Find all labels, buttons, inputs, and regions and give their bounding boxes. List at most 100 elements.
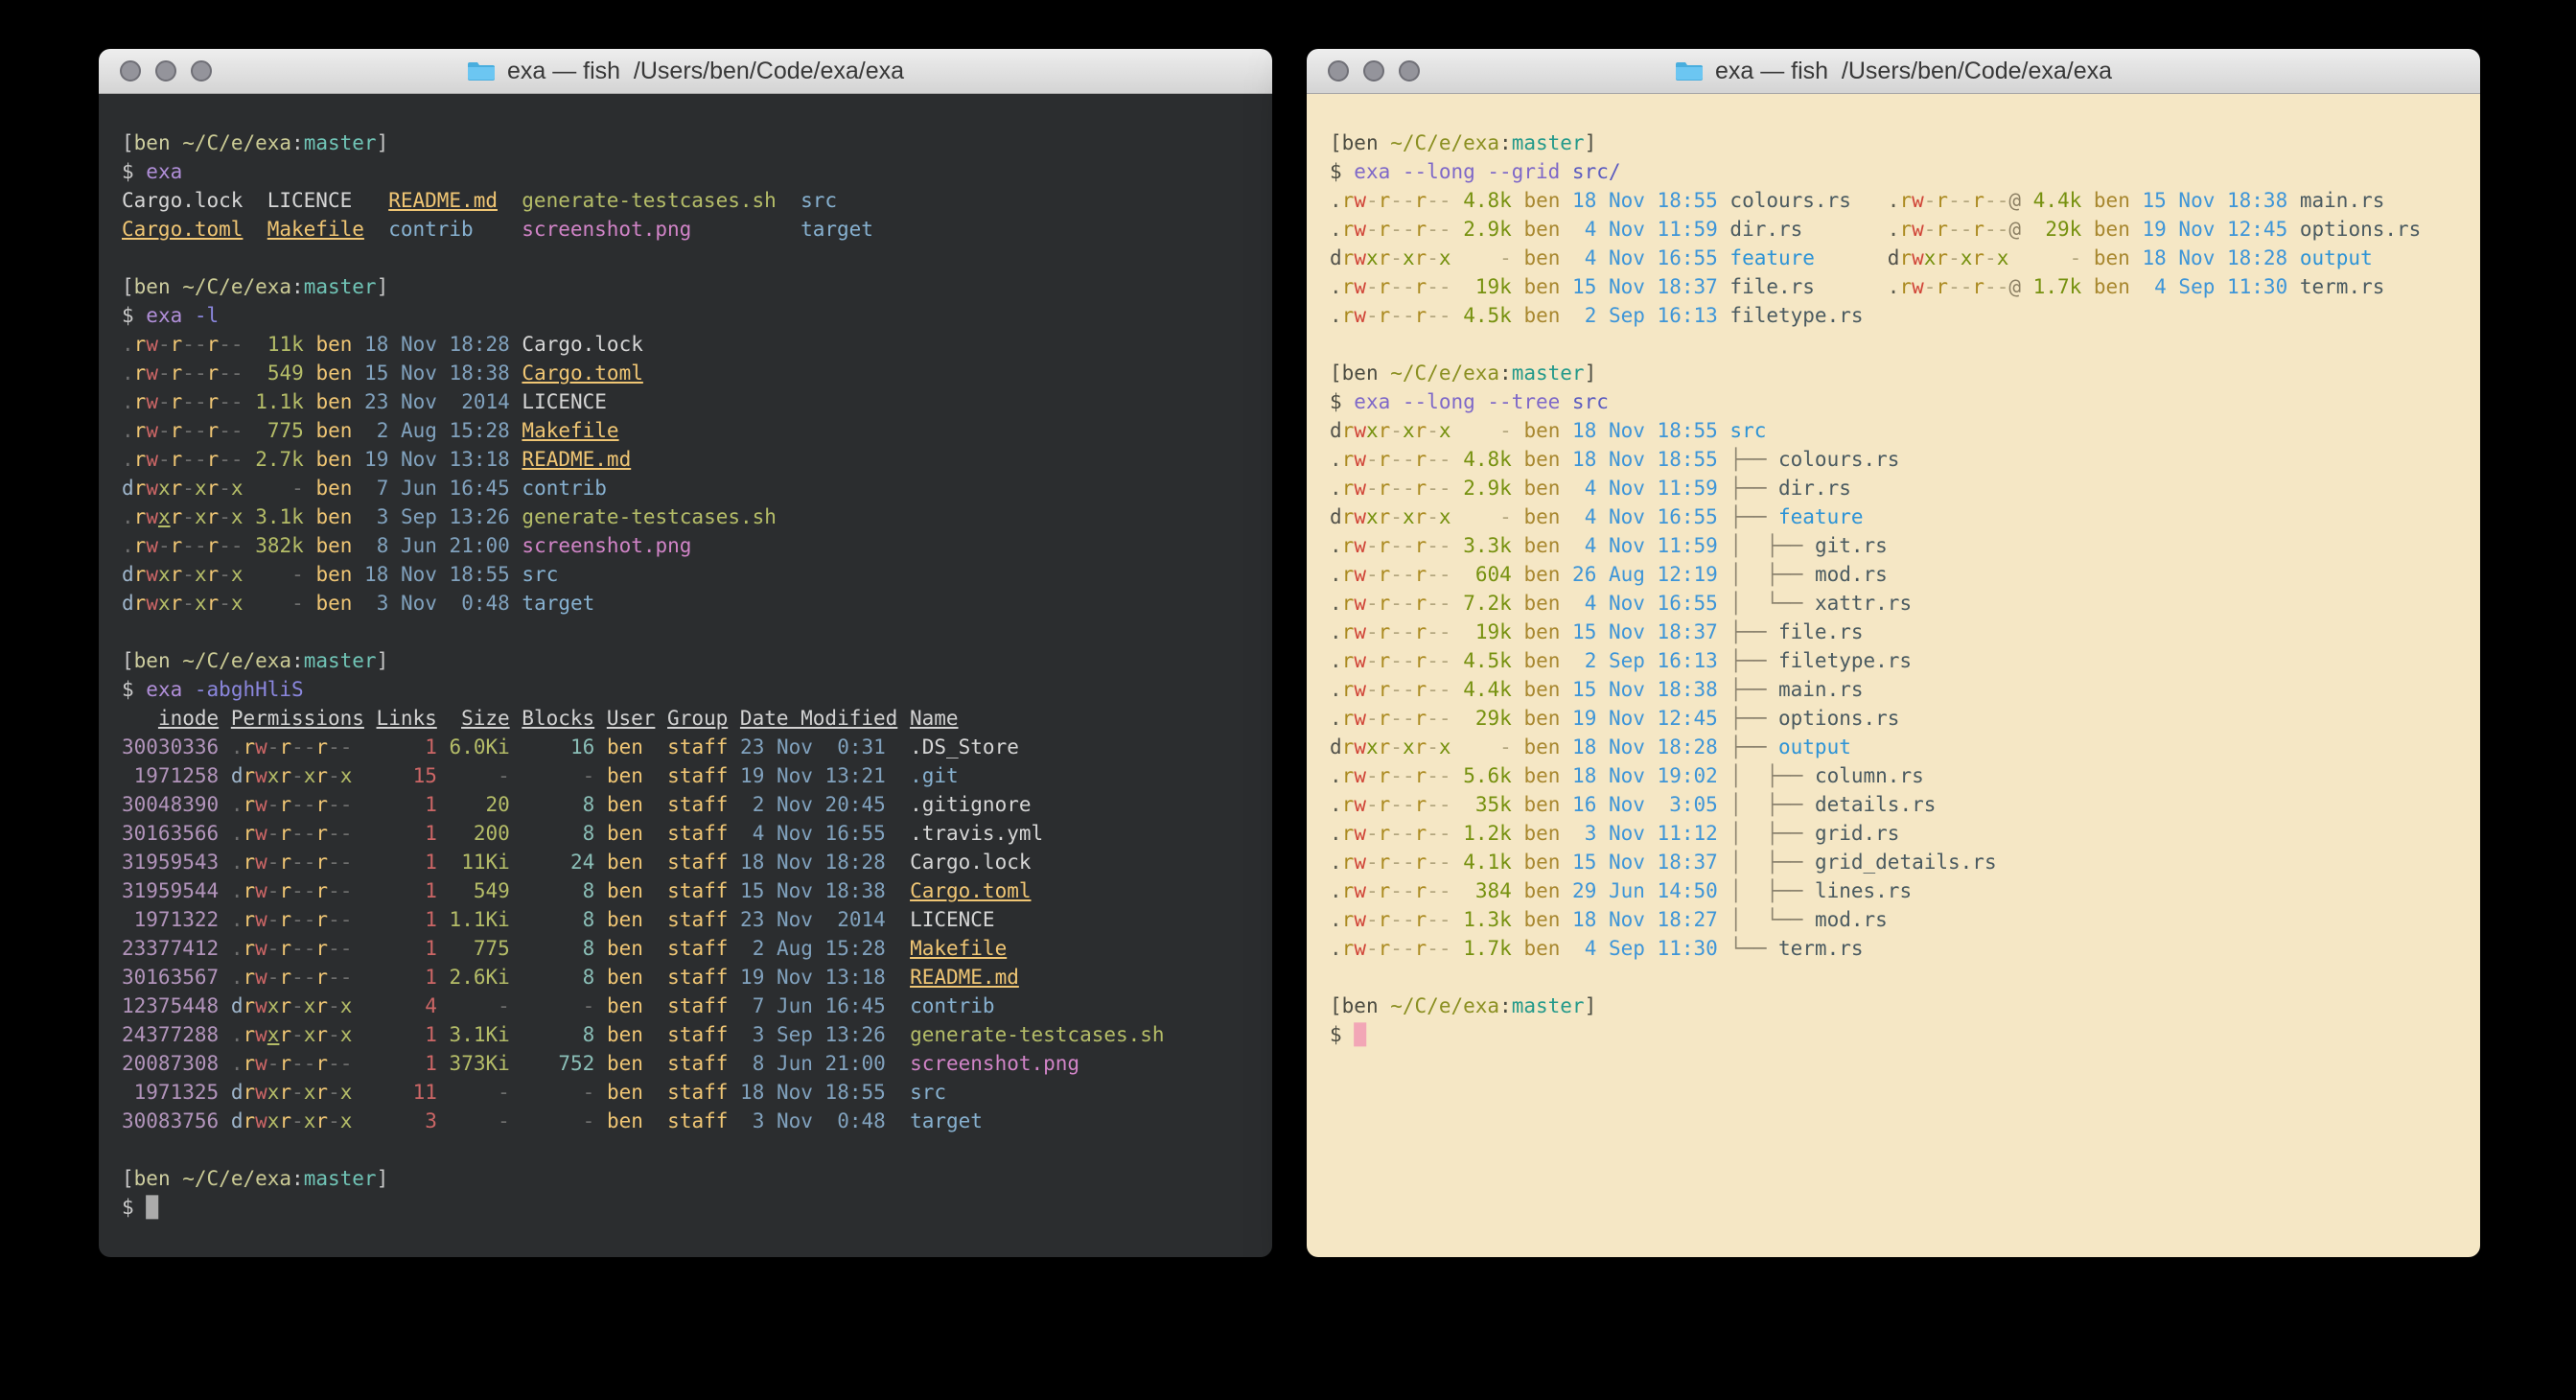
permission-bit: r — [1415, 246, 1427, 269]
text-segment — [1718, 678, 1730, 701]
text-segment: 11 — [377, 1081, 437, 1104]
text-segment: feature — [1778, 505, 1864, 528]
permission-bit: w — [255, 994, 267, 1017]
terminal-line: inode Permissions Links Size Blocks User… — [122, 704, 1257, 733]
permission-bit: w — [1354, 218, 1366, 241]
terminal-line: .rw-r--r-- 4.4k ben 15 Nov 18:38 ├── mai… — [1330, 675, 2465, 704]
permission-bit: - — [328, 966, 340, 989]
text-segment — [2008, 246, 2032, 269]
text-segment — [352, 448, 364, 471]
permission-bit: - — [328, 793, 340, 816]
text-segment — [219, 994, 231, 1017]
text-segment: ben — [1523, 822, 1560, 845]
desktop: { "left_window": { "title": "exa — fish … — [0, 0, 2576, 1400]
text-segment: ben — [607, 822, 643, 845]
text-segment: 23 Nov 0:31 — [740, 735, 886, 758]
text-segment — [1451, 908, 1464, 931]
left-titlebar[interactable]: exa — fish /Users/ben/Code/exa/exa — [99, 49, 1272, 94]
zoom-button[interactable] — [1399, 60, 1420, 82]
permission-bit: r — [134, 362, 147, 385]
permission-bit: r — [207, 333, 220, 356]
right-titlebar[interactable]: exa — fish /Users/ben/Code/exa/exa — [1307, 49, 2480, 94]
text-segment: 3.3k — [1463, 534, 1512, 557]
text-segment — [1560, 275, 1572, 298]
permission-bit: - — [1439, 649, 1451, 672]
zoom-button[interactable] — [191, 60, 212, 82]
permission-bit: - — [1390, 620, 1403, 643]
text-segment — [352, 822, 376, 845]
text-segment: mod.rs — [1815, 908, 1888, 931]
close-button[interactable] — [1328, 60, 1349, 82]
window-title-text: exa — fish /Users/ben/Code/exa/exa — [1715, 58, 2112, 85]
text-segment — [510, 1109, 522, 1132]
text-segment — [886, 764, 910, 787]
minimize-button[interactable] — [155, 60, 176, 82]
close-button[interactable] — [120, 60, 141, 82]
text-segment: ben — [1523, 505, 1560, 528]
permission-bit: - — [219, 592, 231, 615]
text-segment: 30083756 — [122, 1109, 219, 1132]
text-segment: 15 Nov 18:38 — [740, 879, 886, 902]
text-segment — [510, 851, 522, 874]
permission-bit: - — [182, 534, 195, 557]
text-segment: 4.4k — [2033, 189, 2082, 212]
right-terminal-window: exa — fish /Users/ben/Code/exa/exa [ben … — [1307, 49, 2480, 1257]
permission-bit: r — [207, 534, 220, 557]
text-segment: 19 Nov 13:18 — [364, 448, 510, 471]
text-segment: $ — [1330, 1023, 1354, 1046]
permission-bit: r — [243, 1052, 255, 1075]
permission-bit: - — [1427, 534, 1439, 557]
terminal-cursor: █ — [1354, 1023, 1366, 1046]
text-segment — [1718, 707, 1730, 730]
text-segment: $ — [122, 304, 146, 327]
text-segment: staff — [667, 793, 728, 816]
permission-bit: x — [1439, 735, 1451, 758]
permission-bit: r — [1415, 764, 1427, 787]
permission-bit: - — [1390, 304, 1403, 327]
text-segment — [1512, 505, 1524, 528]
terminal-output[interactable]: [ben ~/C/e/exa:master]$ exaCargo.lock LI… — [99, 94, 1272, 1257]
text-segment: - — [522, 994, 594, 1017]
text-segment: .travis.yml — [910, 822, 1043, 845]
permission-bit: r — [1379, 448, 1391, 471]
permission-bit: - — [1924, 275, 1937, 298]
permission-bit: - — [1984, 246, 1997, 269]
terminal-output[interactable]: [ben ~/C/e/exa:master]$ exa --long --gri… — [1307, 94, 2480, 1257]
terminal-line: .rw-r--r-- 29k ben 19 Nov 12:45 ├── opti… — [1330, 704, 2465, 733]
permission-bit: - — [1366, 534, 1379, 557]
text-segment — [728, 793, 740, 816]
text-segment: ben — [607, 1052, 643, 1075]
text-segment: generate-testcases.sh — [522, 505, 777, 528]
minimize-button[interactable] — [1363, 60, 1384, 82]
text-segment — [352, 793, 376, 816]
text-segment — [1560, 218, 1572, 241]
permission-bit: - — [328, 937, 340, 960]
text-segment — [2081, 189, 2094, 212]
permission-bit: . — [1330, 477, 1342, 500]
permission-bit: r — [315, 764, 328, 787]
text-segment — [219, 879, 231, 902]
permission-bit: r — [171, 419, 183, 442]
permission-bit: - — [1390, 793, 1403, 816]
text-segment: staff — [667, 1109, 728, 1132]
text-segment — [1718, 592, 1730, 615]
permission-bit: w — [1354, 735, 1366, 758]
permission-bit: . — [231, 1023, 244, 1046]
permission-bit: - — [291, 879, 304, 902]
permission-bit: . — [1888, 189, 1900, 212]
text-segment: ben — [2094, 218, 2130, 241]
text-segment: ben — [1523, 764, 1560, 787]
text-segment — [244, 333, 256, 356]
permission-bit: r — [1415, 477, 1427, 500]
permission-bit: r — [243, 793, 255, 816]
text-segment — [437, 879, 450, 902]
text-segment — [437, 793, 450, 816]
text-segment — [594, 937, 607, 960]
text-segment: 18 Nov 18:55 — [1572, 419, 1718, 442]
text-segment — [244, 534, 256, 557]
text-segment: exa — [146, 304, 182, 327]
text-segment — [171, 1167, 183, 1190]
text-segment: Cargo.toml — [522, 362, 642, 385]
text-segment: ├── — [1729, 678, 1778, 701]
text-segment: 11Ki — [450, 851, 510, 874]
